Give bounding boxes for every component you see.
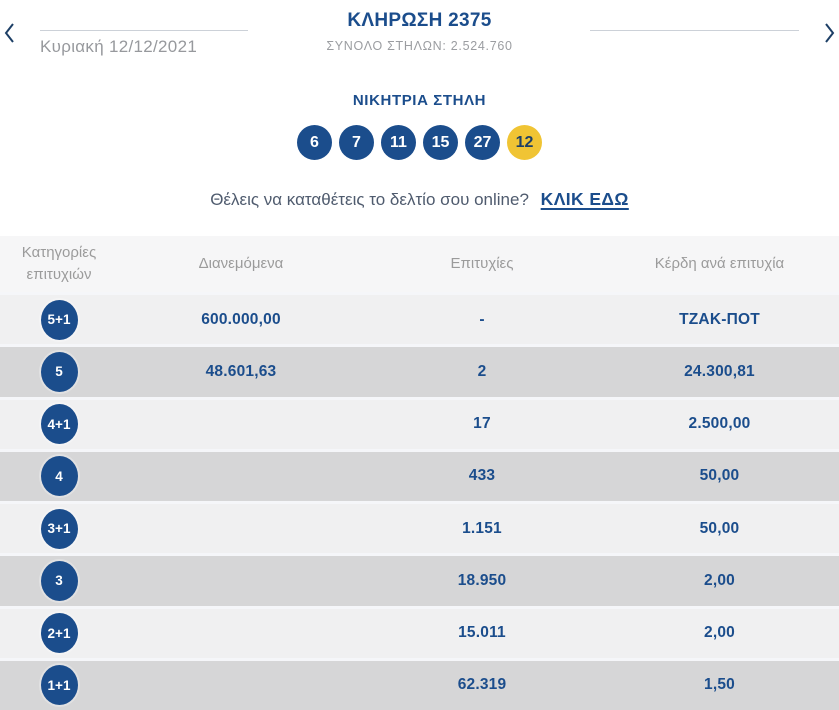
winning-column-section: ΝΙΚΗΤΡΙΑ ΣΤΗΛΗ 6 7 11 15 27 12 [0,92,839,160]
category-badge: 4+1 [41,404,78,444]
category-badge: 4 [41,456,78,496]
column-header-winners: Επιτυχίες [364,253,600,275]
winners-value: 2 [364,363,600,381]
table-row: 1+1 62.319 1,50 [0,658,839,710]
category-badge: 3 [41,561,78,601]
winners-value: 62.319 [364,676,600,694]
number-ball: 27 [465,125,500,160]
column-header-categories: Κατηγορίες επιτυχιών [13,242,105,286]
category-badge: 3+1 [41,509,78,549]
payout-value: 2,00 [600,624,839,642]
payout-value: 50,00 [600,467,839,485]
header-divider-right [590,30,799,31]
table-body: 5+1 600.000,00 - ΤΖΑΚ-ΠΟΤ 5 48.601,63 2 … [0,292,839,710]
winners-value: 17 [364,415,600,433]
number-ball: 6 [297,125,332,160]
winners-value: 433 [364,467,600,485]
table-row: 3 18.950 2,00 [0,553,839,605]
distributed-value: 600.000,00 [118,311,364,329]
table-row: 5+1 600.000,00 - ΤΖΑΚ-ΠΟΤ [0,292,839,344]
number-ball: 11 [381,125,416,160]
column-header-payout: Κέρδη ανά επιτυχία [600,253,839,275]
winners-value: - [364,311,600,329]
number-ball: 7 [339,125,374,160]
next-draw-button[interactable] [821,20,838,46]
winning-column-title: ΝΙΚΗΤΡΙΑ ΣΤΗΛΗ [0,92,839,109]
payout-value: 24.300,81 [600,363,839,381]
winners-value: 18.950 [364,572,600,590]
winners-value: 15.011 [364,624,600,642]
number-ball: 15 [423,125,458,160]
draw-header: Κυριακή 12/12/2021 ΚΛΗΡΩΣΗ 2375 ΣΥΝΟΛΟ Σ… [0,0,839,72]
results-table: Κατηγορίες επιτυχιών Διανεμόμενα Επιτυχί… [0,236,839,710]
payout-value: 1,50 [600,676,839,694]
winners-value: 1.151 [364,520,600,538]
bonus-number-ball: 12 [507,125,542,160]
category-badge: 5+1 [41,300,78,340]
table-row: 5 48.601,63 2 24.300,81 [0,344,839,396]
category-badge: 5 [41,352,78,392]
table-row: 3+1 1.151 50,00 [0,501,839,553]
payout-value: 50,00 [600,520,839,538]
category-badge: 2+1 [41,613,78,653]
payout-value: ΤΖΑΚ-ΠΟΤ [600,311,839,329]
table-row: 4+1 17 2.500,00 [0,397,839,449]
category-badge: 1+1 [41,665,78,705]
table-row: 2+1 15.011 2,00 [0,606,839,658]
cta-text: Θέλεις να καταθέτεις το δελτίο σου onlin… [210,190,529,209]
click-here-link[interactable]: ΚΛΙΚ ΕΔΩ [541,189,629,209]
chevron-right-icon [823,32,836,47]
payout-value: 2.500,00 [600,415,839,433]
draw-title: ΚΛΗΡΩΣΗ 2375 [0,10,839,32]
distributed-value: 48.601,63 [118,363,364,381]
column-header-distributed: Διανεμόμενα [118,253,364,275]
table-row: 4 433 50,00 [0,449,839,501]
winning-numbers: 6 7 11 15 27 12 [0,125,839,160]
online-cta: Θέλεις να καταθέτεις το δελτίο σου onlin… [0,189,839,210]
table-header-row: Κατηγορίες επιτυχιών Διανεμόμενα Επιτυχί… [0,236,839,292]
payout-value: 2,00 [600,572,839,590]
total-columns: ΣΥΝΟΛΟ ΣΤΗΛΩΝ: 2.524.760 [0,39,839,53]
